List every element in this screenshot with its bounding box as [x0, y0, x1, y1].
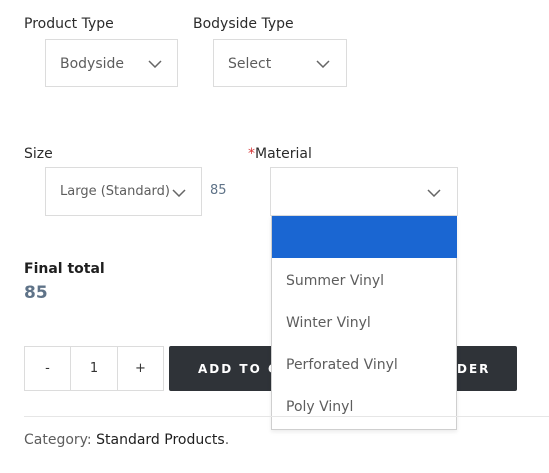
chevron-down-icon: [316, 60, 330, 68]
size-value: Large (Standard): [60, 184, 170, 199]
category-prefix: Category:: [24, 432, 97, 448]
size-price: 85: [210, 183, 227, 198]
material-label: *Material: [248, 146, 312, 162]
final-total-label: Final total: [24, 261, 105, 277]
material-dropdown-list: Summer Vinyl Winter Vinyl Perforated Vin…: [271, 216, 457, 430]
size-select[interactable]: Large (Standard): [45, 167, 202, 216]
divider: [24, 416, 549, 417]
add-to-cart-label-right: DER: [457, 362, 491, 376]
material-option-summer-vinyl[interactable]: Summer Vinyl: [272, 259, 457, 301]
required-asterisk: *: [248, 146, 255, 162]
quantity-increment-button[interactable]: +: [117, 346, 164, 391]
chevron-down-icon: [427, 189, 441, 197]
material-select[interactable]: [270, 167, 458, 216]
quantity-decrement-button[interactable]: -: [24, 346, 71, 391]
product-type-label: Product Type: [24, 16, 114, 32]
material-option-perforated-vinyl[interactable]: Perforated Vinyl: [272, 343, 457, 385]
size-label: Size: [24, 146, 53, 162]
chevron-down-icon: [148, 60, 162, 68]
product-type-value: Bodyside: [60, 56, 125, 72]
material-option-blank[interactable]: [272, 216, 457, 258]
category-link[interactable]: Standard Products: [96, 432, 225, 448]
final-total-value: 85: [24, 283, 48, 303]
material-option-winter-vinyl[interactable]: Winter Vinyl: [272, 301, 457, 343]
material-option-poly-vinyl[interactable]: Poly Vinyl: [272, 385, 457, 427]
category-suffix: .: [224, 432, 230, 448]
material-label-text: Material: [255, 146, 312, 162]
product-category: Category: Standard Products.: [24, 432, 229, 448]
bodyside-type-label: Bodyside Type: [193, 16, 294, 32]
product-type-select[interactable]: Bodyside: [45, 39, 178, 87]
chevron-down-icon: [172, 189, 186, 197]
quantity-input[interactable]: 1: [70, 346, 118, 391]
bodyside-type-value: Select: [228, 56, 272, 72]
bodyside-type-select[interactable]: Select: [213, 39, 347, 87]
